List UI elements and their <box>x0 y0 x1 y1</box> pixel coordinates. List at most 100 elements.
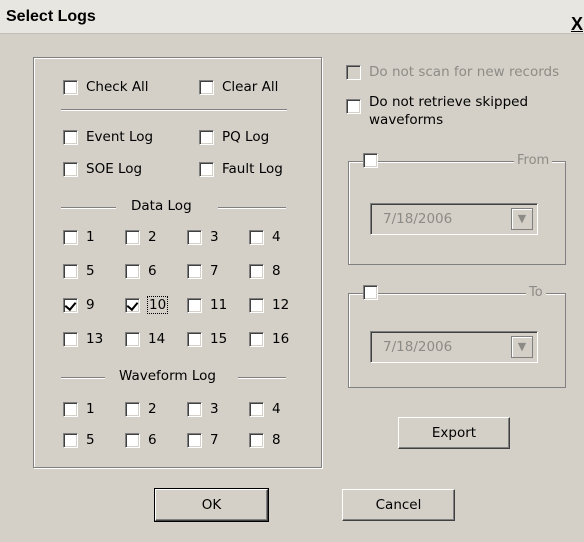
data-log-checkbox-15[interactable]: 15 <box>187 331 227 347</box>
cancel-button[interactable]: Cancel <box>342 489 455 521</box>
data-log-checkbox-13[interactable]: 13 <box>63 331 103 347</box>
checkbox-box[interactable] <box>125 297 140 313</box>
checkbox-box[interactable] <box>63 401 78 417</box>
checkbox-box[interactable] <box>187 432 202 448</box>
checkbox-box[interactable] <box>187 331 202 347</box>
from-date-combo: 7/18/2006 ▼ <box>370 203 538 235</box>
checkbox-box[interactable] <box>63 161 78 177</box>
checkbox-box[interactable] <box>249 263 264 279</box>
no-retrieve-label-line2: waveforms <box>369 112 444 128</box>
checkbox-box[interactable] <box>249 331 264 347</box>
waveform-log-checkbox-1[interactable]: 1 <box>63 401 95 417</box>
checkbox-box[interactable] <box>249 401 264 417</box>
to-label: To <box>526 285 546 300</box>
waveform-log-checkbox-6[interactable]: 6 <box>125 432 157 448</box>
data-log-checkbox-16[interactable]: 16 <box>249 331 289 347</box>
checkbox-box[interactable] <box>125 229 140 245</box>
waveform-log-checkbox-4[interactable]: 4 <box>249 401 281 417</box>
pq-log-checkbox[interactable]: PQ Log <box>199 129 269 145</box>
checkbox-label: 5 <box>86 263 95 279</box>
waveform-log-checkbox-8[interactable]: 8 <box>249 432 281 448</box>
checkbox-box[interactable] <box>63 263 78 279</box>
data-log-heading: Data Log <box>131 198 192 214</box>
data-log-checkbox-4[interactable]: 4 <box>249 229 281 245</box>
checkbox-box[interactable] <box>63 432 78 448</box>
checkbox-box[interactable] <box>187 229 202 245</box>
window-title: Select Logs <box>6 8 96 25</box>
separator <box>238 377 286 379</box>
checkbox-box[interactable] <box>125 263 140 279</box>
checkbox-box[interactable] <box>63 297 78 313</box>
no-retrieve-checkbox[interactable]: Do not retrieve skipped waveforms <box>346 93 528 129</box>
separator <box>61 207 116 209</box>
to-enable-checkbox[interactable] <box>363 285 378 300</box>
waveform-log-checkbox-7[interactable]: 7 <box>187 432 219 448</box>
waveform-log-checkbox-5[interactable]: 5 <box>63 432 95 448</box>
from-date-value: 7/18/2006 <box>383 211 453 227</box>
no-scan-label: Do not scan for new records <box>369 64 560 80</box>
data-log-checkbox-5[interactable]: 5 <box>63 263 95 279</box>
checkbox-label: 8 <box>272 263 281 279</box>
separator <box>61 377 105 379</box>
from-enable-checkbox[interactable] <box>363 153 378 168</box>
checkbox-label: 1 <box>86 229 95 245</box>
checkbox-label: 16 <box>272 331 290 347</box>
checkbox-label: 1 <box>86 401 95 417</box>
checkbox-box[interactable] <box>187 263 202 279</box>
fault-log-checkbox[interactable]: Fault Log <box>199 161 283 177</box>
checkbox-box[interactable] <box>63 331 78 347</box>
checkbox-box[interactable] <box>125 401 140 417</box>
checkbox-box[interactable] <box>125 331 140 347</box>
check-all-label: Check All <box>86 79 149 95</box>
data-log-checkbox-14[interactable]: 14 <box>125 331 165 347</box>
checkbox-box[interactable] <box>199 129 214 145</box>
checkbox-box[interactable] <box>249 432 264 448</box>
clear-all-checkbox[interactable]: Clear All <box>199 79 278 95</box>
checkbox-box[interactable] <box>249 297 264 313</box>
checkbox-box[interactable] <box>249 229 264 245</box>
fault-log-label: Fault Log <box>222 161 283 177</box>
no-scan-checkbox: Do not scan for new records <box>346 64 559 80</box>
data-log-checkbox-9[interactable]: 9 <box>63 297 95 313</box>
checkbox-label: 10 <box>146 296 169 314</box>
separator <box>218 207 286 209</box>
to-date-combo: 7/18/2006 ▼ <box>370 331 538 363</box>
checkbox-box[interactable] <box>346 99 361 114</box>
checkbox-box[interactable] <box>63 79 78 95</box>
checkbox-box[interactable] <box>187 401 202 417</box>
data-log-checkbox-2[interactable]: 2 <box>125 229 157 245</box>
pq-log-label: PQ Log <box>222 129 270 145</box>
data-log-checkbox-10[interactable]: 10 <box>125 296 169 314</box>
check-all-checkbox[interactable]: Check All <box>63 79 149 95</box>
checkbox-label: 14 <box>148 331 166 347</box>
checkbox-box[interactable] <box>63 229 78 245</box>
event-log-checkbox[interactable]: Event Log <box>63 129 153 145</box>
checkbox-box[interactable] <box>199 161 214 177</box>
data-log-checkbox-11[interactable]: 11 <box>187 297 227 313</box>
checkbox-label: 6 <box>148 432 157 448</box>
data-log-checkbox-8[interactable]: 8 <box>249 263 281 279</box>
close-button[interactable]: X <box>570 15 584 33</box>
checkbox-label: 3 <box>210 401 219 417</box>
event-log-label: Event Log <box>86 129 154 145</box>
checkbox-box[interactable] <box>187 297 202 313</box>
clear-all-label: Clear All <box>222 79 279 95</box>
waveform-log-checkbox-3[interactable]: 3 <box>187 401 219 417</box>
checkbox-label: 8 <box>272 432 281 448</box>
waveform-log-checkbox-2[interactable]: 2 <box>125 401 157 417</box>
data-log-checkbox-6[interactable]: 6 <box>125 263 157 279</box>
checkbox-box[interactable] <box>125 432 140 448</box>
data-log-checkbox-7[interactable]: 7 <box>187 263 219 279</box>
chevron-down-icon: ▼ <box>511 208 533 230</box>
checkbox-label: 2 <box>148 229 157 245</box>
checkbox-box[interactable] <box>199 79 214 95</box>
separator <box>61 109 287 111</box>
export-button[interactable]: Export <box>398 417 510 449</box>
data-log-checkbox-3[interactable]: 3 <box>187 229 219 245</box>
ok-button[interactable]: OK <box>154 488 269 522</box>
data-log-checkbox-1[interactable]: 1 <box>63 229 95 245</box>
soe-log-checkbox[interactable]: SOE Log <box>63 161 142 177</box>
checkbox-label: 13 <box>86 331 104 347</box>
data-log-checkbox-12[interactable]: 12 <box>249 297 289 313</box>
checkbox-box[interactable] <box>63 129 78 145</box>
